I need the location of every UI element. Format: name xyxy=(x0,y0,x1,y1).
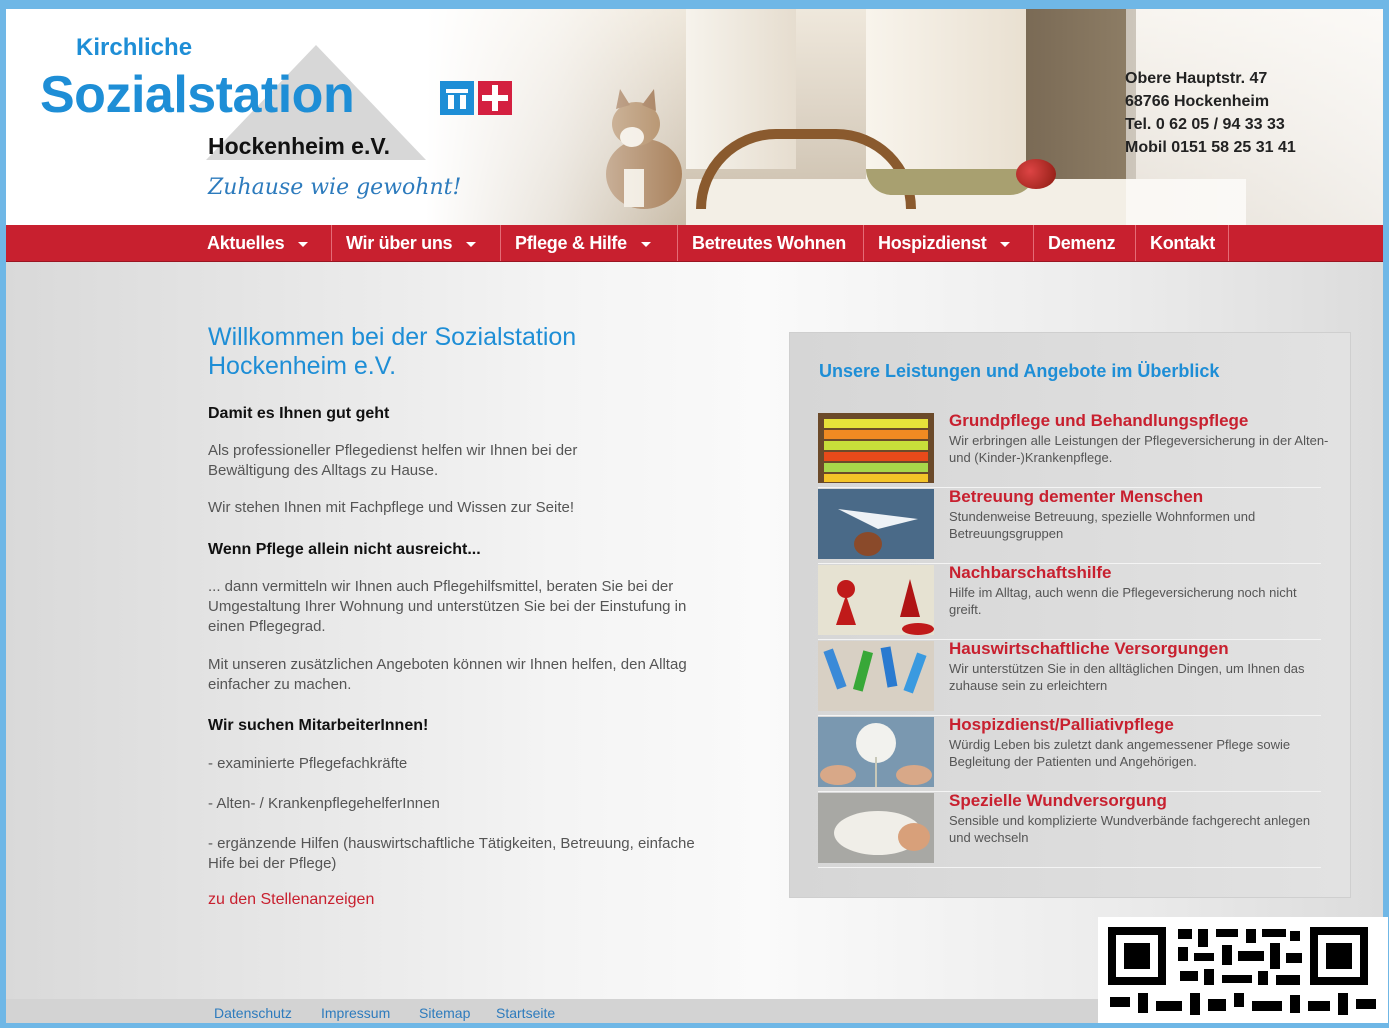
job-item: - examinierte Pflegefachkräfte xyxy=(208,755,408,772)
service-title[interactable]: Betreuung dementer Menschen xyxy=(949,487,1203,507)
service-title[interactable]: Hauswirtschaftliche Versorgungen xyxy=(949,639,1229,659)
bandaged-hand-image xyxy=(818,793,934,863)
chevron-down-icon xyxy=(466,241,477,247)
logo-subtitle: Hockenheim e.V. xyxy=(208,133,390,159)
service-item[interactable]: Nachbarschaftshilfe Hilfe im Alltag, auc… xyxy=(818,563,1321,640)
contact-city: 68766 Hockenheim xyxy=(1125,93,1270,110)
job-item: - ergänzende Hilfen (hauswirtschaftliche… xyxy=(208,835,695,872)
service-title[interactable]: Nachbarschaftshilfe xyxy=(949,563,1112,583)
paragraph: ... dann vermitteln wir Ihnen auch Pfleg… xyxy=(208,578,687,635)
service-title[interactable]: Spezielle Wundversorgung xyxy=(949,791,1167,811)
page-frame: Kirchliche Sozialstation Hockenheim e.V.… xyxy=(6,9,1383,1023)
service-desc: Hilfe im Alltag, auch wenn die Pflegever… xyxy=(949,585,1297,617)
footer-link-impressum[interactable]: Impressum xyxy=(321,1005,390,1021)
nav-item-betreutes-wohnen[interactable]: Betreutes Wohnen xyxy=(678,225,864,261)
footer-link-datenschutz[interactable]: Datenschutz xyxy=(214,1005,292,1021)
service-item[interactable]: Spezielle Wundversorgung Sensible und ko… xyxy=(818,791,1321,868)
chevron-down-icon xyxy=(640,241,651,247)
service-item[interactable]: Hauswirtschaftliche Versorgungen Wir unt… xyxy=(818,639,1321,716)
chevron-down-icon xyxy=(1000,241,1011,247)
qr-code xyxy=(1098,917,1388,1023)
service-item[interactable]: Hospizdienst/Palliativpflege Würdig Lebe… xyxy=(818,715,1321,792)
nav-item-pflege-hilfe[interactable]: Pflege & Hilfe xyxy=(501,225,678,261)
paper-plane-image xyxy=(818,489,934,559)
job-item: - Alten- / KrankenpflegehelferInnen xyxy=(208,795,440,812)
contact-street: Obere Hauptstr. 47 xyxy=(1125,70,1268,87)
contact-mobile: Mobil 0151 58 25 31 41 xyxy=(1125,139,1296,156)
nav-item-wir-ueber-uns[interactable]: Wir über uns xyxy=(332,225,501,261)
section-heading: Damit es Ihnen gut geht xyxy=(208,405,390,422)
footer-link-startseite[interactable]: Startseite xyxy=(496,1005,555,1021)
section-heading: Wenn Pflege allein nicht ausreicht... xyxy=(208,541,481,558)
paragraph: Als professioneller Pflegedienst helfen … xyxy=(208,442,578,479)
game-pieces-image xyxy=(818,565,934,635)
page-title: Willkommen bei der Sozialstation Hockenh… xyxy=(208,323,577,380)
service-desc: Sensible und komplizierte Wundverbände f… xyxy=(949,813,1311,845)
nav-item-hospizdienst[interactable]: Hospizdienst xyxy=(864,225,1034,261)
chevron-down-icon xyxy=(298,241,309,247)
nav-item-kontakt[interactable]: Kontakt xyxy=(1136,225,1229,261)
clothespins-image xyxy=(818,641,934,711)
service-item[interactable]: Betreuung dementer Menschen Stundenweise… xyxy=(818,487,1321,564)
service-desc: Würdig Leben bis zuletzt dank angemessen… xyxy=(949,737,1291,769)
main-nav: Aktuelles Wir über uns Pflege & Hilfe Be… xyxy=(6,225,1383,262)
nav-item-demenz[interactable]: Demenz xyxy=(1034,225,1136,261)
slogan: Zuhause wie gewohnt! xyxy=(208,175,462,200)
logo-title[interactable]: Sozialstation xyxy=(40,65,355,125)
footer-link-sitemap[interactable]: Sitemap xyxy=(419,1005,470,1021)
logo-prefix[interactable]: Kirchliche xyxy=(76,34,192,62)
services-box: Unsere Leistungen und Angebote im Überbl… xyxy=(789,332,1351,898)
contact-info: Obere Hauptstr. 47 68766 Hockenheim Tel.… xyxy=(1125,67,1296,159)
nav-item-aktuelles[interactable]: Aktuelles xyxy=(193,225,332,261)
service-desc: Stundenweise Betreuung, spezielle Wohnfo… xyxy=(949,509,1256,541)
contact-phone: Tel. 0 62 05 / 94 33 33 xyxy=(1125,116,1285,133)
services-title: Unsere Leistungen und Angebote im Überbl… xyxy=(819,361,1220,381)
service-item[interactable]: Grundpflege und Behandlungspflege Wir er… xyxy=(818,411,1328,488)
section-heading: Wir suchen MitarbeiterInnen! xyxy=(208,717,429,734)
dandelion-image xyxy=(818,717,934,787)
paragraph: Mit unseren zusätzlichen Angeboten könne… xyxy=(208,656,687,693)
service-title[interactable]: Grundpflege und Behandlungspflege xyxy=(949,411,1248,431)
towels-image xyxy=(818,413,934,483)
service-desc: Wir unterstützen Sie in den alltäglichen… xyxy=(949,661,1305,693)
jobs-link[interactable]: zu den Stellenanzeigen xyxy=(208,891,374,909)
church-emblem-icon xyxy=(440,81,514,119)
service-desc: Wir erbringen alle Leistungen der Pflege… xyxy=(949,433,1329,465)
paragraph: Wir stehen Ihnen mit Fachpflege und Wiss… xyxy=(208,499,575,516)
service-title[interactable]: Hospizdienst/Palliativpflege xyxy=(949,715,1174,735)
site-header: Kirchliche Sozialstation Hockenheim e.V.… xyxy=(6,9,1383,225)
